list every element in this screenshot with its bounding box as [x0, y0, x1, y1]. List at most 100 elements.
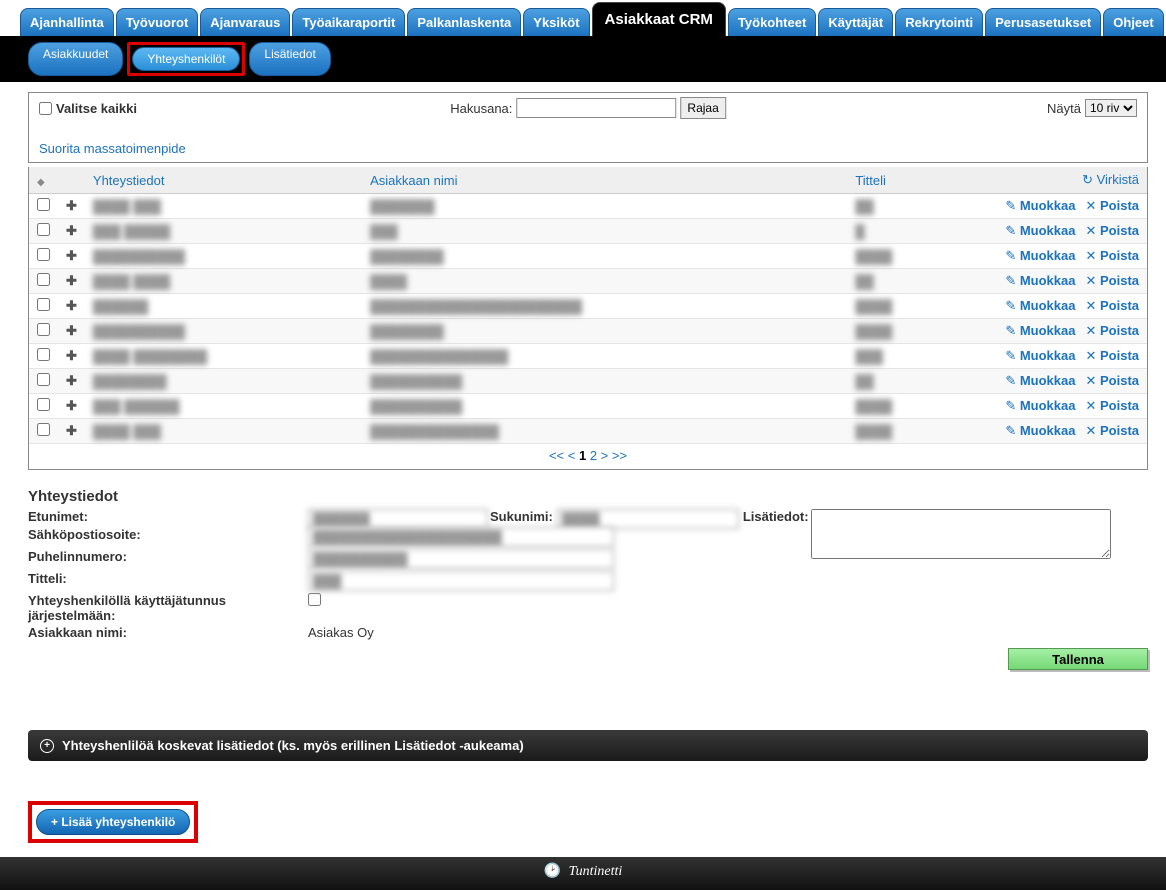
- row-checkbox[interactable]: [37, 323, 50, 336]
- pager-next[interactable]: > >>: [601, 448, 627, 463]
- input-extra[interactable]: [811, 509, 1111, 559]
- subtab-yhteyshenkilot[interactable]: Yhteyshenkilöt: [132, 47, 240, 71]
- row-checkbox[interactable]: [37, 248, 50, 261]
- tab-yksikot[interactable]: Yksiköt: [523, 8, 589, 36]
- subtab-asiakkuudet[interactable]: Asiakkuudet: [28, 42, 123, 76]
- expand-icon[interactable]: ✚: [58, 219, 85, 244]
- col-customer[interactable]: Asiakkaan nimi: [362, 167, 847, 194]
- table-row: ✚████ ████████████✎ Muokkaa✕ Poista: [29, 194, 1147, 219]
- edit-link[interactable]: ✎ Muokkaa: [1005, 273, 1075, 288]
- close-icon: ✕: [1085, 423, 1096, 438]
- col-contact[interactable]: Yhteystiedot: [85, 167, 362, 194]
- expand-icon[interactable]: ✚: [58, 319, 85, 344]
- contacts-table: ◆ Yhteystiedot Asiakkaan nimi Titteli ↻ …: [29, 167, 1147, 444]
- row-checkbox[interactable]: [37, 423, 50, 436]
- checkbox-has-user[interactable]: [308, 593, 321, 606]
- tab-palkanlaskenta[interactable]: Palkanlaskenta: [407, 8, 521, 36]
- input-email[interactable]: [308, 527, 614, 547]
- extra-info-collapse[interactable]: + Yhteyshenlilöä koskevat lisätiedot (ks…: [28, 730, 1148, 761]
- tab-tyokohteet[interactable]: Työkohteet: [728, 8, 816, 36]
- input-title[interactable]: [308, 571, 614, 591]
- col-refresh[interactable]: Virkistä: [1097, 172, 1139, 187]
- search-button[interactable]: Rajaa: [680, 97, 725, 119]
- row-checkbox[interactable]: [37, 223, 50, 236]
- row-checkbox[interactable]: [37, 298, 50, 311]
- tab-asiakkaat-crm[interactable]: Asiakkaat CRM: [592, 2, 726, 36]
- tab-ohjeet[interactable]: Ohjeet: [1103, 8, 1163, 36]
- edit-link[interactable]: ✎ Muokkaa: [1005, 198, 1075, 213]
- row-checkbox[interactable]: [37, 398, 50, 411]
- refresh-icon[interactable]: ↻: [1082, 172, 1093, 187]
- expand-icon[interactable]: ✚: [58, 344, 85, 369]
- tab-ajanvaraus[interactable]: Ajanvaraus: [200, 8, 290, 36]
- delete-link[interactable]: ✕ Poista: [1085, 223, 1139, 238]
- col-title[interactable]: Titteli: [847, 167, 987, 194]
- mass-action-link[interactable]: Suorita massatoimenpide: [39, 141, 186, 156]
- tab-perusasetukset[interactable]: Perusasetukset: [985, 8, 1101, 36]
- add-contact-button[interactable]: + Lisää yhteyshenkilö: [36, 809, 190, 835]
- delete-link[interactable]: ✕ Poista: [1085, 273, 1139, 288]
- close-icon: ✕: [1085, 323, 1096, 338]
- edit-link[interactable]: ✎ Muokkaa: [1005, 248, 1075, 263]
- detail-form: Yhteystiedot Etunimet: Sukunimi: Lisätie…: [28, 488, 1148, 670]
- edit-link[interactable]: ✎ Muokkaa: [1005, 398, 1075, 413]
- pencil-icon: ✎: [1005, 423, 1016, 438]
- expand-icon[interactable]: ✚: [58, 194, 85, 219]
- delete-link[interactable]: ✕ Poista: [1085, 323, 1139, 338]
- edit-link[interactable]: ✎ Muokkaa: [1005, 298, 1075, 313]
- cell-title: ██: [855, 374, 873, 389]
- row-checkbox[interactable]: [37, 348, 50, 361]
- delete-link[interactable]: ✕ Poista: [1085, 348, 1139, 363]
- cell-customer: ██████████████: [370, 424, 499, 439]
- select-all-checkbox[interactable]: [39, 102, 52, 115]
- edit-link[interactable]: ✎ Muokkaa: [1005, 223, 1075, 238]
- expand-icon[interactable]: ✚: [58, 269, 85, 294]
- cell-customer: ███████████████████████: [370, 299, 582, 314]
- close-icon: ✕: [1085, 198, 1096, 213]
- cell-contact: ██████████: [93, 249, 185, 264]
- pager-page-2[interactable]: 2: [590, 448, 597, 463]
- edit-link[interactable]: ✎ Muokkaa: [1005, 423, 1075, 438]
- pager-prev[interactable]: << <: [549, 448, 575, 463]
- edit-link[interactable]: ✎ Muokkaa: [1005, 348, 1075, 363]
- expand-icon[interactable]: ✚: [58, 369, 85, 394]
- tab-kayttajat[interactable]: Käyttäjät: [818, 8, 893, 36]
- expand-icon[interactable]: ✚: [58, 244, 85, 269]
- delete-link[interactable]: ✕ Poista: [1085, 298, 1139, 313]
- pager-page-1[interactable]: 1: [579, 448, 586, 463]
- delete-link[interactable]: ✕ Poista: [1085, 373, 1139, 388]
- row-checkbox[interactable]: [37, 373, 50, 386]
- cell-title: █: [855, 224, 864, 239]
- tab-ajanhallinta[interactable]: Ajanhallinta: [20, 8, 114, 36]
- rows-select[interactable]: 10 riv: [1085, 99, 1137, 117]
- subtab-lisatiedot[interactable]: Lisätiedot: [249, 42, 330, 76]
- table-row: ✚██████████████████████✎ Muokkaa✕ Poista: [29, 319, 1147, 344]
- tab-rekrytointi[interactable]: Rekrytointi: [895, 8, 983, 36]
- cell-title: ██: [855, 274, 873, 289]
- delete-link[interactable]: ✕ Poista: [1085, 198, 1139, 213]
- tab-tyovuorot[interactable]: Työvuorot: [116, 8, 199, 36]
- row-checkbox[interactable]: [37, 273, 50, 286]
- sort-icon[interactable]: ◆: [37, 177, 45, 188]
- save-button[interactable]: Tallenna: [1008, 648, 1148, 670]
- table-row: ✚██████████████████████✎ Muokkaa✕ Poista: [29, 244, 1147, 269]
- expand-icon[interactable]: ✚: [58, 294, 85, 319]
- input-lastname[interactable]: [557, 509, 739, 529]
- label-customer: Asiakkaan nimi:: [28, 625, 308, 640]
- edit-link[interactable]: ✎ Muokkaa: [1005, 323, 1075, 338]
- search-label: Hakusana:: [450, 101, 512, 116]
- delete-link[interactable]: ✕ Poista: [1085, 423, 1139, 438]
- edit-link[interactable]: ✎ Muokkaa: [1005, 373, 1075, 388]
- tab-tyoaikaraportit[interactable]: Työaikaraportit: [292, 8, 405, 36]
- input-phone[interactable]: [308, 549, 614, 569]
- expand-icon[interactable]: ✚: [58, 394, 85, 419]
- close-icon: ✕: [1085, 373, 1096, 388]
- row-checkbox[interactable]: [37, 198, 50, 211]
- expand-icon[interactable]: ✚: [58, 419, 85, 444]
- table-row: ✚█████████████████████████████████✎ Muok…: [29, 294, 1147, 319]
- cell-customer: ████████: [370, 324, 444, 339]
- delete-link[interactable]: ✕ Poista: [1085, 248, 1139, 263]
- input-firstnames[interactable]: [308, 509, 488, 529]
- delete-link[interactable]: ✕ Poista: [1085, 398, 1139, 413]
- search-input[interactable]: [516, 98, 676, 118]
